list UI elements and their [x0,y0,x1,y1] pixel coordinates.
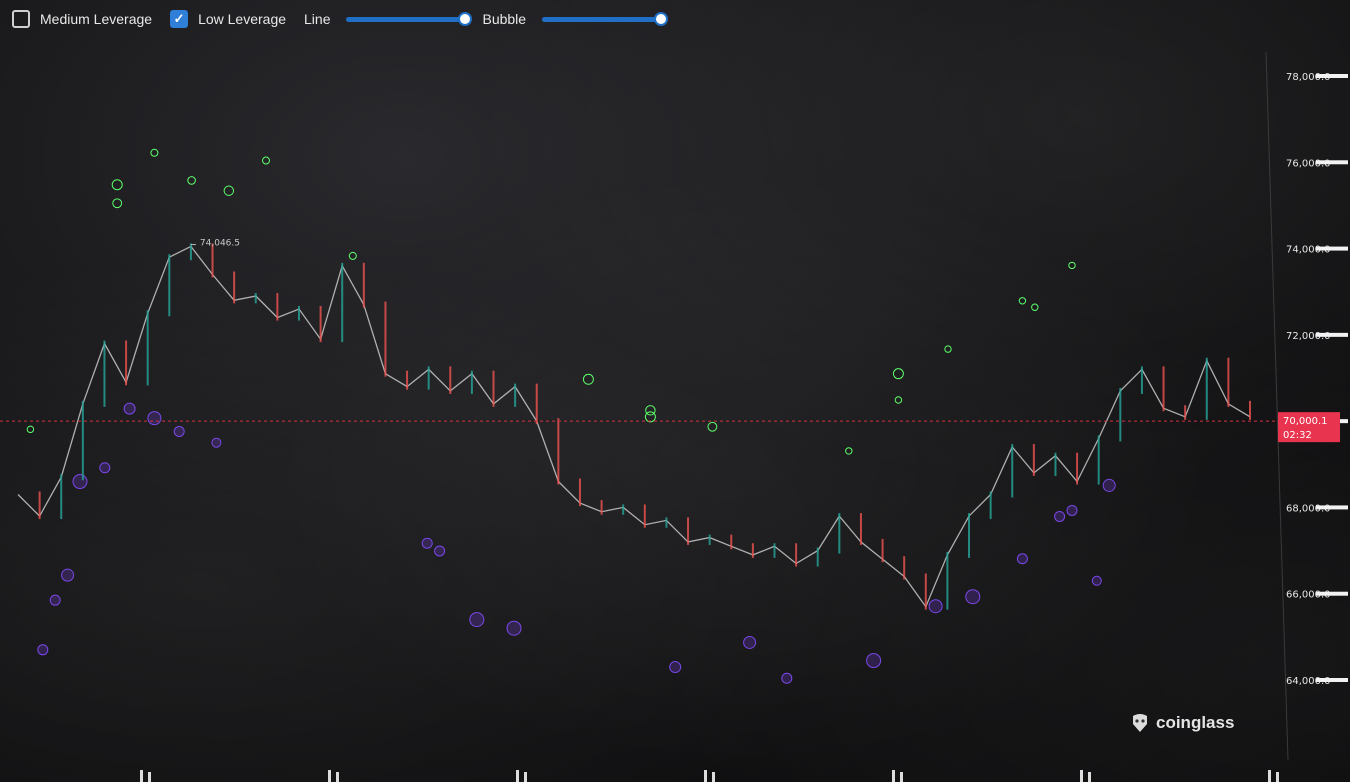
short-liquidation-bubble-11 [1016,553,1028,565]
y-tick-bar-4 [1316,332,1348,337]
short-liquidation-bubble-4 [99,462,111,474]
y-tick-bar-0 [1316,678,1348,682]
short-liquidation-bubble-22 [669,661,682,674]
x-tick-5 [1080,770,1083,782]
short-liquidation-bubble-1 [147,411,162,426]
short-liquidation-bubble-5 [72,474,88,490]
axis-border [1265,51,1289,761]
x-tick-b-2 [524,772,527,782]
short-liquidation-bubble-8 [1054,510,1066,522]
short-liquidation-bubble-15 [49,594,61,606]
short-liquidation-bubble-12 [61,568,75,582]
short-liquidation-bubble-9 [421,537,433,549]
y-tick-bar-1 [1316,591,1348,596]
x-tick-2 [516,770,519,782]
y-tick-bar-5 [1316,246,1348,251]
countdown-label: 02:32 [1283,430,1312,441]
short-liquidation-bubble-20 [37,644,49,656]
x-tick-1 [328,770,331,782]
short-liquidation-bubble-17 [469,612,485,628]
short-liquidation-bubble-16 [928,599,943,614]
x-tick-b-5 [1088,772,1091,782]
x-tick-b-0 [148,772,151,782]
coinglass-logo-icon [1133,714,1147,732]
x-tick-3 [704,770,707,782]
high-annotation-label: 74,046.5 [200,239,240,249]
coinglass-watermark: coinglass [1130,712,1234,734]
short-liquidation-bubble-0 [123,402,136,415]
short-liquidation-bubble-2 [173,425,185,437]
short-liquidation-bubble-10 [434,545,446,557]
short-liquidation-bubble-19 [743,635,757,649]
liquidation-levels [26,148,1259,684]
liquidation-chart[interactable]: 74,046.5 64,000.066,000.068,000.070,000.… [0,0,1350,782]
x-tick-0 [140,770,143,782]
y-tick-bar-6 [1316,160,1348,165]
short-liquidation-bubble-13 [1091,575,1102,586]
x-tick-b-3 [712,772,715,782]
x-tick-b-1 [336,772,339,782]
watermark-text: coinglass [1156,713,1235,732]
y-tick-bar-7 [1316,74,1348,78]
y-tick-bar-2 [1316,505,1348,510]
short-liquidation-bubble-23 [781,672,793,684]
x-tick-6 [1268,770,1271,782]
short-liquidation-bubble-3 [211,437,222,448]
x-tick-4 [892,770,895,782]
short-liquidation-bubble-18 [506,620,522,636]
x-tick-b-6 [1276,772,1279,782]
x-tick-b-4 [900,772,903,782]
short-liquidation-bubble-6 [1102,478,1116,492]
current-price-label: 70,000.1 [1283,416,1328,427]
